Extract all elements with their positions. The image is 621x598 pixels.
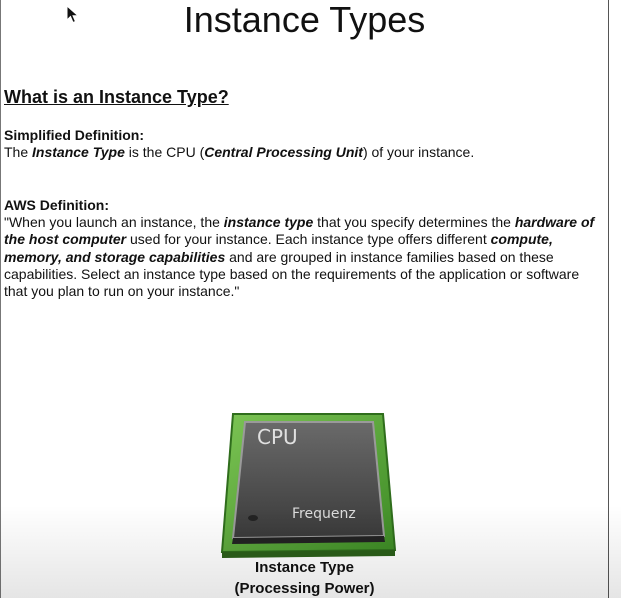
emphasis-instance-type: instance type [223, 214, 314, 230]
page-title: Instance Types [183, 0, 426, 40]
text-run: The [4, 144, 33, 160]
section-heading: What is an Instance Type? [4, 87, 229, 107]
text-run: that you specify determines the [313, 214, 515, 230]
caption-line-2: (Processing Power) [234, 580, 375, 597]
emphasis-instance-type: Instance Type [32, 144, 125, 160]
caption-line-1: Instance Type [255, 559, 354, 576]
text-run: is the CPU ( [124, 144, 205, 160]
cpu-chip-icon: CPU Frequenz [219, 410, 401, 560]
emphasis-cpu-expansion: Central Processing Unit [204, 144, 363, 160]
slide-page: Instance Types What is an Instance Type?… [0, 0, 609, 598]
chip-label-frequenz: Frequenz [292, 506, 356, 522]
aws-definition-text: "When you launch an instance, the instan… [4, 214, 604, 300]
simplified-definition-label: Simplified Definition: [4, 127, 144, 143]
mouse-pointer-icon [66, 4, 80, 25]
chip-label-cpu: CPU [257, 425, 298, 449]
simplified-definition-text: The Instance Type is the CPU (Central Pr… [4, 144, 604, 161]
text-run: ) of your instance. [362, 144, 475, 160]
text-run: "When you launch an instance, the [4, 214, 224, 230]
aws-definition-label: AWS Definition: [4, 197, 109, 213]
text-run: used for your instance. Each instance ty… [126, 231, 491, 248]
